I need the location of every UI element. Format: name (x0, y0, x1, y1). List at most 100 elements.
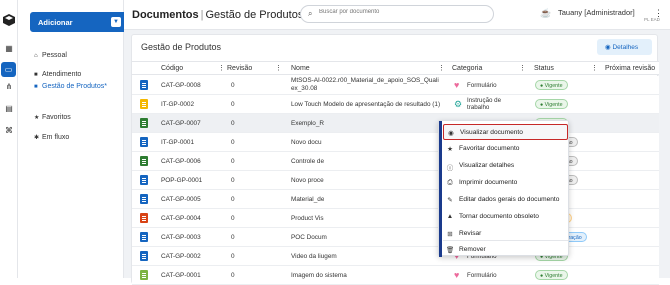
cell-name: POC Docum (291, 234, 327, 241)
table-row[interactable]: IT-GP-00010Novo docu⚙Instrução detrabalh… (132, 133, 659, 152)
chevron-down-icon[interactable]: ▼ (111, 17, 121, 27)
sidebar: Adicionar ▼ ⌂Pessoal ↻ ■Atendimento ■Ges… (18, 0, 133, 278)
file-icon (140, 156, 148, 166)
main-area: Documentos| Gestão de Produtos ⌕ ☕ Tauany… (124, 0, 670, 285)
table-row[interactable]: IT-GP-0002 0 Low Touch Modelo de apresenta… (132, 95, 659, 114)
menu-item-pencil[interactable]: ✎ Editar dados gerais do documento (443, 192, 568, 208)
cell-name: Low Touch Modelo de apresentação de resu… (291, 101, 441, 108)
more-icon[interactable]: ⋮ (654, 8, 663, 19)
cell-revision: 0 (231, 215, 235, 222)
printer-icon: ⎙ (447, 179, 453, 186)
sitemap-icon[interactable]: ⋔ (4, 82, 14, 92)
cell-revision: 0 (231, 177, 235, 184)
file-icon (140, 99, 148, 109)
table-row[interactable]: CAT-GP-00030POC Docum♥Formulário◷ Em ela… (132, 228, 659, 247)
documents-panel: Gestão de Produtos ◉ Detalhes Código ⋮ R… (131, 34, 659, 285)
cell-name: Imagem do sistema (291, 272, 347, 279)
sidebar-item-pessoal[interactable]: ⌂ Pessoal (34, 52, 67, 59)
cell-revision: 0 (231, 253, 235, 260)
sidebar-item-atendimento[interactable]: ■ Atendimento (34, 71, 81, 78)
column-menu-icon[interactable]: ⋮ (438, 64, 445, 72)
status-badge: ● Vigente (535, 80, 568, 90)
menu-item-eye[interactable]: ◉ Visualizar documento (443, 124, 568, 140)
table-row[interactable]: CAT-GP-0002 0 Video da liugem ♥ Formulário ● … (132, 247, 659, 266)
status-label: Vigente (544, 102, 563, 108)
menu-item-label: Tornar documento obsoleto (459, 213, 539, 220)
table-row[interactable]: POP-GP-00010Novo proce▬Procedimentoopera… (132, 171, 659, 190)
panel-title: Gestão de Produtos (141, 42, 222, 52)
menu-item-printer[interactable]: ⎙ Imprimir documento (443, 175, 568, 191)
top-bar: Documentos|Gestão de Produtos ⌕ ☕ Tauany… (124, 0, 670, 30)
search-input[interactable] (319, 9, 489, 15)
table-row[interactable]: CAT-GP-00060Controle de♥Formulário◷ Em c… (132, 152, 659, 171)
menu-item-label: Favoritar documento (459, 145, 520, 152)
file-icon (140, 213, 148, 223)
column-header-codigo[interactable]: Código (161, 65, 183, 72)
sidebar-item-em-fluxo[interactable]: ✱ Em fluxo (34, 134, 69, 141)
logo-icon[interactable] (3, 14, 15, 26)
cell-code: IT-GP-0002 (161, 101, 195, 108)
table-row[interactable]: CAT-GP-0001 0 Imagem do sistema ♥ Formulário… (132, 266, 659, 285)
sidebar-item-favoritos[interactable]: ★ Favoritos (34, 114, 71, 121)
details-button[interactable]: ◉ Detalhes (597, 39, 652, 55)
search-box[interactable]: ⌕ (300, 5, 494, 23)
cell-name: Product Vis (291, 215, 324, 222)
table-header: Código ⋮ Revisão ⋮ Nome ⋮ Categoria ⋮ St… (132, 61, 659, 75)
column-menu-icon[interactable]: ⋮ (591, 64, 598, 72)
menu-item-label: Imprimir documento (459, 179, 518, 186)
file-icon (140, 251, 148, 261)
menu-item-label: Remover (459, 246, 486, 253)
menu-item-info[interactable]: ⓘ Visualizar detalhes (443, 158, 568, 174)
category-label: Instrução de (467, 97, 502, 104)
star-icon: ★ (447, 146, 453, 153)
grid-icon[interactable]: ▦ (4, 44, 14, 54)
home-icon: ⌂ (34, 53, 38, 59)
column-header-status[interactable]: Status (534, 65, 554, 72)
table-row[interactable]: CAT-GP-00040Product Vis♥Formulário⇢ Em f… (132, 209, 659, 228)
column-header-nome[interactable]: Nome (291, 65, 310, 72)
cell-revision: 0 (231, 139, 235, 146)
column-menu-icon[interactable]: ⋮ (218, 64, 225, 72)
column-header-revisao[interactable]: Revisão (227, 65, 252, 72)
cell-name: MtSOS-AI-0022.r00_Material_de_apoio_SOS_… (291, 77, 439, 92)
file-icon (140, 118, 148, 128)
user-menu[interactable]: Tauany [Administrador] PL EAD (558, 8, 660, 22)
search-icon: ⌕ (308, 9, 313, 18)
column-header-proxima-revisao[interactable]: Próxima revisão (605, 65, 655, 72)
column-header-categoria[interactable]: Categoria (452, 65, 482, 72)
cell-name: Material_de (291, 196, 325, 203)
info-icon: ⓘ (446, 165, 454, 172)
menu-item-star[interactable]: ★ Favoritar documento (443, 141, 568, 157)
table-row[interactable]: CAT-GP-00050Material_de♥FormulárioObsole… (132, 190, 659, 209)
status-badge: ● Vigente (535, 99, 568, 109)
coffee-icon[interactable]: ☕ (540, 8, 551, 19)
menu-item-label: Revisar (459, 230, 482, 237)
document-icon[interactable]: ▤ (4, 104, 14, 114)
cell-name: Controle de (291, 158, 325, 165)
table-row[interactable]: CAT-GP-00070Exemplo_R♥Formulário● Vigent… (132, 114, 659, 133)
cell-code: IT-GP-0001 (161, 139, 195, 146)
menu-item-trash[interactable]: 🗑 Remover (443, 242, 568, 258)
revise-icon: ⊞ (447, 231, 453, 238)
cell-code: CAT-GP-0007 (161, 120, 201, 127)
column-menu-icon[interactable]: ⋮ (275, 64, 282, 72)
network-icon[interactable]: ⌘ (4, 126, 14, 136)
breadcrumb-separator: | (200, 9, 204, 21)
column-menu-icon[interactable]: ⋮ (519, 64, 526, 72)
page-title: Documentos (132, 9, 199, 21)
cell-name: Video da liugem (291, 253, 337, 260)
table-row[interactable]: CAT-GP-0008 0 MtSOS-AI-0022.r00_Material_d… (132, 76, 659, 95)
eye-icon: ◉ (448, 130, 454, 137)
file-icon (140, 80, 148, 90)
cell-revision: 0 (231, 120, 235, 127)
cell-revision: 0 (231, 158, 235, 165)
menu-separator (443, 240, 568, 241)
menu-item-warning[interactable]: ▲ Tornar documento obsoleto (443, 209, 568, 225)
category-label-line2: trabalho (467, 104, 490, 111)
cell-code: CAT-GP-0008 (161, 82, 201, 89)
add-button[interactable]: Adicionar ▼ (30, 12, 129, 32)
folder-icon: ■ (34, 84, 38, 90)
folder-icon[interactable]: ▭ (1, 62, 16, 77)
context-menu-accent (439, 121, 442, 257)
sidebar-item-gestao-de-produtos[interactable]: ■ Gestão de Produtos* (34, 83, 107, 90)
